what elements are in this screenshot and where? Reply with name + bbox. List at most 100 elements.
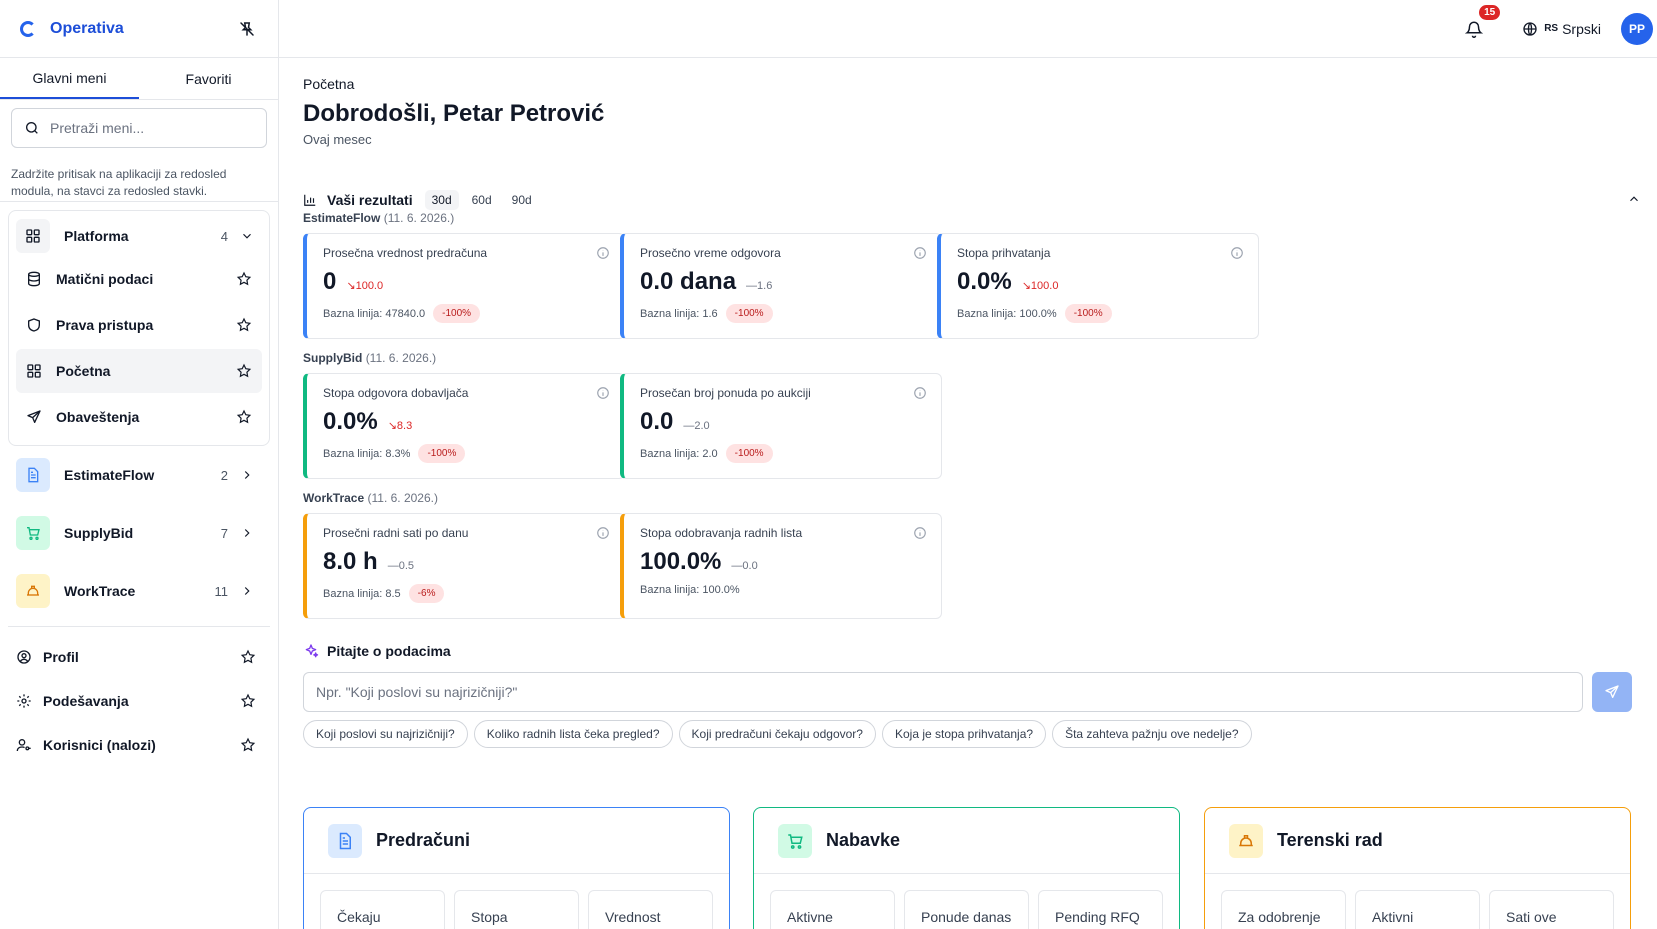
info-icon[interactable] (596, 386, 610, 400)
kpi-title: Stopa odgovora dobavljača (323, 386, 469, 400)
module-card-procurement: Nabavke Aktivne Ponude danas Pending RFQ (753, 807, 1180, 929)
info-icon[interactable] (913, 386, 927, 400)
kpi-change-badge: -100% (725, 444, 773, 463)
sidebar-item-profile[interactable]: Profil (0, 635, 278, 679)
section-date: (11. 6. 2026.) (365, 351, 437, 365)
kpi-title: Stopa odobravanja radnih lista (640, 526, 803, 540)
stat-tile[interactable]: Stopa (454, 890, 579, 929)
search-icon (26, 122, 38, 134)
stat-tile[interactable]: Ponude danas (904, 890, 1029, 929)
suggestion-chip[interactable]: Šta zahteva pažnju ove nedelje? (1052, 720, 1252, 748)
hardhat-icon (16, 574, 50, 608)
kpi-baseline: Bazna linija: 8.3% (323, 447, 411, 460)
avatar[interactable]: PP (1621, 12, 1653, 45)
suggestion-chips: Koji poslovi su najrizičniji? Koliko rad… (303, 720, 1258, 748)
sidebar-item-label: Matični podaci (56, 271, 154, 287)
suggestion-chip[interactable]: Koja je stopa prihvatanja? (881, 720, 1047, 748)
kpi-value: 100.0% (640, 548, 722, 575)
section-label-supplybid: SupplyBid (11. 6. 2026.) (303, 351, 436, 365)
info-icon[interactable] (596, 526, 610, 540)
shield-icon (24, 315, 44, 335)
group-count: 7 (220, 525, 228, 541)
app-logo-icon (20, 20, 36, 37)
database-icon (24, 269, 44, 289)
ask-input[interactable] (303, 672, 1583, 712)
ask-header: Pitajte o podacima (303, 643, 451, 659)
stat-tile[interactable]: Aktivne (770, 890, 895, 929)
sidebar-group-supplybid[interactable]: SupplyBid 7 (0, 504, 278, 562)
notifications-button[interactable]: 15 (1462, 4, 1501, 41)
kpi-card: Stopa odgovora dobavljača 0.0% ↘ 8.3 Bazn… (303, 373, 625, 479)
kpi-title: Prosečno vreme odgovora (640, 246, 781, 260)
kpi-card: Prosečni radni sati po danu 8.0 h — 0.5 … (303, 513, 625, 619)
kpi-card: Stopa prihvatanja 0.0% ↘ 100.0 Bazna lini… (937, 233, 1259, 339)
kpi-delta: 2.0 (694, 420, 710, 432)
trend-down-icon: ↘ (346, 280, 356, 292)
stat-tile[interactable]: Aktivni (1355, 890, 1480, 929)
sidebar-item-master-data[interactable]: Matični podaci (16, 257, 262, 301)
info-icon[interactable] (913, 526, 927, 540)
sidebar-item-access-rights[interactable]: Prava pristupa (16, 303, 262, 347)
star-icon[interactable] (234, 269, 254, 289)
kpi-value: 8.0 h (323, 548, 378, 575)
tab-main-menu[interactable]: Glavni meni (0, 58, 139, 99)
suggestion-chip[interactable]: Koji poslovi su najrizičniji? (303, 720, 468, 748)
sidebar-item-label: Podešavanja (43, 693, 129, 709)
stat-tile[interactable]: Vrednost (588, 890, 713, 929)
send-button[interactable] (1592, 672, 1632, 712)
stat-tile[interactable]: Pending RFQ (1038, 890, 1163, 929)
star-icon[interactable] (234, 407, 254, 427)
sidebar-item-settings[interactable]: Podešavanja (0, 679, 278, 723)
cart-icon (778, 823, 812, 858)
sidebar-search-input[interactable] (50, 120, 250, 136)
suggestion-chip[interactable]: Koji predračuni čekaju odgovor? (678, 720, 876, 748)
star-icon[interactable] (234, 315, 254, 335)
info-icon[interactable] (596, 246, 610, 260)
star-icon[interactable] (234, 361, 254, 381)
results-title: Vaši rezultati (327, 192, 413, 208)
sidebar-item-home[interactable]: Početna (16, 349, 262, 393)
range-60d[interactable]: 60d (465, 190, 499, 210)
sidebar-search (11, 108, 267, 148)
hardhat-icon (1229, 823, 1263, 858)
sidebar-group-estimateflow[interactable]: EstimateFlow 2 (0, 446, 278, 504)
kpi-change-badge: -6% (408, 584, 445, 603)
star-icon[interactable] (238, 691, 258, 711)
sidebar-item-notifications[interactable]: Obaveštenja (16, 395, 262, 439)
sidebar-item-label: Korisnici (nalozi) (43, 737, 156, 753)
sidebar-item-label: Prava pristupa (56, 317, 154, 333)
unpin-sidebar-icon[interactable] (236, 18, 258, 40)
trend-down-icon: ↘ (1021, 280, 1031, 292)
star-icon[interactable] (238, 735, 258, 755)
platform-group-header[interactable]: Platforma 4 (16, 217, 262, 255)
notification-badge: 15 (1479, 4, 1501, 20)
star-icon[interactable] (238, 647, 258, 667)
kpi-delta: 0.0 (742, 560, 758, 572)
section-name: WorkTrace (303, 491, 365, 505)
bar-chart-icon (303, 192, 319, 208)
stat-tile[interactable]: Sati ove (1489, 890, 1614, 929)
sidebar-item-label: Profil (43, 649, 79, 665)
module-title: Nabavke (826, 830, 901, 850)
platform-label: Platforma (64, 228, 129, 244)
suggestion-chip[interactable]: Koliko radnih lista čeka pregled? (473, 720, 673, 748)
range-90d[interactable]: 90d (505, 190, 539, 210)
group-count: 11 (214, 583, 229, 599)
stat-tile[interactable]: Čekaju (320, 890, 445, 929)
language-switcher[interactable]: RS Srpski (1522, 21, 1601, 37)
range-30d[interactable]: 30d (424, 190, 459, 210)
sidebar-group-worktrace[interactable]: WorkTrace 11 (0, 562, 278, 620)
gear-icon (14, 691, 34, 711)
sidebar-item-label: Početna (56, 363, 111, 379)
module-card-estimates: Predračuni Čekaju Stopa Vrednost (303, 807, 730, 929)
page-subtitle: Ovaj mesec (303, 132, 372, 147)
info-icon[interactable] (913, 246, 927, 260)
tab-favorites[interactable]: Favoriti (139, 58, 278, 99)
info-icon[interactable] (1230, 246, 1244, 260)
group-label: WorkTrace (64, 583, 136, 599)
stat-tile[interactable]: Za odobrenje (1221, 890, 1346, 929)
trend-down-icon: ↘ (387, 420, 397, 432)
sidebar-item-users[interactable]: Korisnici (nalozi) (0, 723, 278, 767)
kpi-delta: 100.0 (1030, 280, 1059, 292)
chevron-up-icon[interactable] (1627, 192, 1641, 209)
